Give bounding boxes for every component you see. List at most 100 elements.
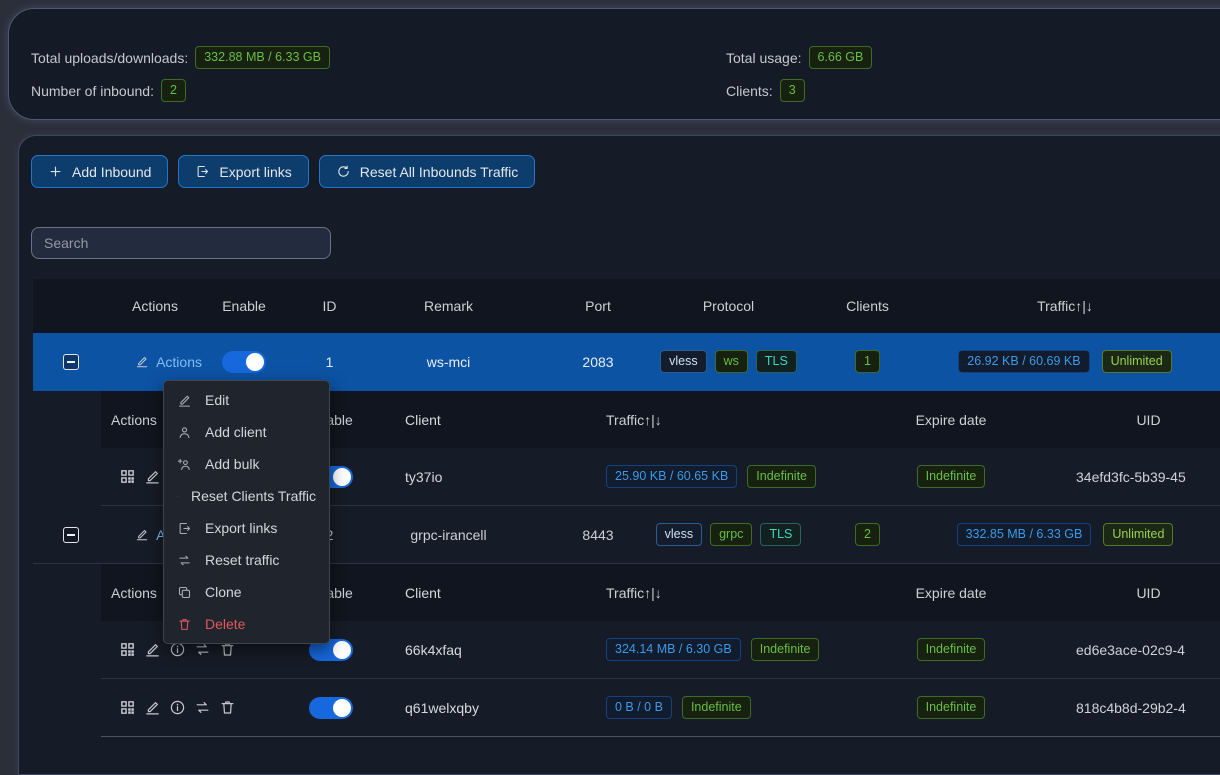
- client-name: q61welxqby: [381, 700, 556, 716]
- protocol-badge-grpc: grpc: [710, 523, 752, 546]
- menu-item-reset-clients-traffic[interactable]: Reset Clients Traffic: [164, 480, 329, 512]
- client-header-expire-date: Expire date: [826, 585, 1076, 601]
- row-checkbox-indeterminate[interactable]: [63, 354, 79, 370]
- reset-all-inbounds-traffic-label: Reset All Inbounds Traffic: [360, 164, 519, 180]
- client-expire-badge: Indefinite: [917, 696, 986, 719]
- menu-item-export-links[interactable]: Export links: [164, 512, 329, 544]
- header-port[interactable]: Port: [524, 298, 672, 314]
- menu-item-delete[interactable]: Delete: [164, 608, 329, 640]
- pencil-icon[interactable]: [135, 526, 149, 543]
- clients-label: Clients:: [726, 83, 773, 99]
- header-enable: Enable: [202, 298, 286, 314]
- export-icon: [177, 521, 192, 536]
- reset-all-inbounds-traffic-button[interactable]: Reset All Inbounds Traffic: [319, 155, 536, 188]
- protocol-badges: vless grpc TLS: [672, 523, 785, 546]
- export-icon: [195, 164, 210, 179]
- client-header-uid: UID: [1076, 412, 1220, 428]
- clients-count-badge: 1: [855, 350, 880, 373]
- header-traffic-sort[interactable]: Traffic↑|↓: [950, 298, 1180, 314]
- client-header-traffic-sort[interactable]: Traffic↑|↓: [556, 412, 826, 428]
- header-remark[interactable]: Remark: [373, 298, 524, 314]
- client-traffic-status-badge: Indefinite: [747, 465, 816, 488]
- add-inbound-label: Add Inbound: [72, 164, 151, 180]
- client-traffic-badge: 25.90 KB / 60.65 KB: [606, 465, 737, 488]
- menu-item-reset-traffic[interactable]: Reset traffic: [164, 544, 329, 576]
- toolbar: Add Inbound Export links Reset All Inbou…: [31, 155, 535, 188]
- client-row-q61welxqby: q61welxqby 0 B / 0 B Indefinite Indefini…: [101, 679, 1220, 737]
- header-clients: Clients: [785, 298, 950, 314]
- person-icon: [177, 425, 192, 440]
- header-actions: Actions: [108, 298, 202, 314]
- enable-toggle[interactable]: [222, 351, 266, 373]
- client-header-client: Client: [381, 585, 556, 601]
- pencil-icon[interactable]: [144, 699, 161, 716]
- pencil-icon[interactable]: [144, 468, 161, 485]
- pencil-icon[interactable]: [144, 641, 161, 658]
- reload-icon: [336, 164, 351, 179]
- menu-item-clone[interactable]: Clone: [164, 576, 329, 608]
- client-header-traffic-sort[interactable]: Traffic↑|↓: [556, 585, 826, 601]
- traffic-badge: 332.85 MB / 6.33 GB: [957, 523, 1092, 546]
- swap-icon[interactable]: [194, 699, 211, 716]
- info-icon[interactable]: [169, 699, 186, 716]
- client-traffic-badge: 324.14 MB / 6.30 GB: [606, 638, 741, 661]
- doc-reset-icon: [177, 489, 178, 504]
- protocol-badge-vless: vless: [660, 350, 706, 373]
- client-traffic-status-badge: Indefinite: [751, 638, 820, 661]
- inbound-port: 8443: [524, 527, 672, 543]
- number-of-inbound-label: Number of inbound:: [31, 83, 154, 99]
- search-input[interactable]: [31, 227, 331, 259]
- client-name: 66k4xfaq: [381, 642, 556, 658]
- total-uploads-downloads-badge: 332.88 MB / 6.33 GB: [195, 46, 330, 69]
- client-uid: ed6e3ace-02c9-4: [1076, 642, 1185, 658]
- add-inbound-button[interactable]: Add Inbound: [31, 155, 168, 188]
- pencil-icon[interactable]: [135, 353, 149, 370]
- client-expire-badge: Indefinite: [917, 638, 986, 661]
- trash-icon[interactable]: [219, 699, 236, 716]
- menu-item-edit[interactable]: Edit: [164, 384, 329, 416]
- client-traffic-badge: 0 B / 0 B: [606, 696, 672, 719]
- client-uid: 818c4b8d-29b2-4: [1076, 700, 1186, 716]
- plus-icon: [48, 164, 63, 179]
- protocol-badges: vless ws TLS: [672, 350, 785, 373]
- client-expire-badge: Indefinite: [917, 465, 986, 488]
- traffic-badge: 26.92 KB / 60.69 KB: [958, 350, 1089, 373]
- client-header-client: Client: [381, 412, 556, 428]
- qrcode-icon[interactable]: [119, 699, 136, 716]
- inbound-remark: ws-mci: [373, 354, 524, 370]
- clients-badge: 3: [780, 79, 805, 102]
- inbound-id: 1: [286, 354, 373, 370]
- client-uid: 34efd3fc-5b39-45: [1076, 469, 1186, 485]
- inbound-remark: grpc-irancell: [373, 527, 524, 543]
- client-name: ty37io: [381, 469, 556, 485]
- swap-icon: [177, 553, 192, 568]
- total-uploads-downloads-label: Total uploads/downloads:: [31, 50, 188, 66]
- menu-item-add-bulk[interactable]: Add bulk: [164, 448, 329, 480]
- pencil-icon: [177, 393, 192, 408]
- menu-item-add-client[interactable]: Add client: [164, 416, 329, 448]
- export-links-button[interactable]: Export links: [178, 155, 308, 188]
- actions-dropdown-menu: Edit Add client Add bulk Reset Clients T…: [163, 380, 330, 644]
- quota-badge: Unlimited: [1103, 523, 1173, 546]
- clients-count-badge: 2: [855, 523, 880, 546]
- quota-badge: Unlimited: [1102, 350, 1172, 373]
- number-of-inbound-badge: 2: [161, 79, 186, 102]
- trash-icon: [177, 617, 192, 632]
- total-usage-badge: 6.66 GB: [809, 46, 873, 69]
- protocol-badge-ws: ws: [715, 350, 748, 373]
- row-checkbox-indeterminate[interactable]: [63, 527, 79, 543]
- qrcode-icon[interactable]: [119, 468, 136, 485]
- inbound-port: 2083: [524, 354, 672, 370]
- inbounds-table-header: Actions Enable ID Remark Port Protocol C…: [33, 279, 1220, 333]
- client-traffic-status-badge: Indefinite: [682, 696, 751, 719]
- header-id[interactable]: ID: [286, 298, 373, 314]
- total-usage-label: Total usage:: [726, 50, 802, 66]
- qrcode-icon[interactable]: [119, 641, 136, 658]
- client-header-expire-date: Expire date: [826, 412, 1076, 428]
- client-header-uid: UID: [1076, 585, 1220, 601]
- person-plus-icon: [177, 457, 192, 472]
- export-links-label: Export links: [219, 164, 291, 180]
- protocol-badge-vless: vless: [656, 523, 702, 546]
- client-enable-toggle[interactable]: [309, 697, 353, 719]
- actions-dropdown-trigger[interactable]: Actions: [156, 354, 202, 370]
